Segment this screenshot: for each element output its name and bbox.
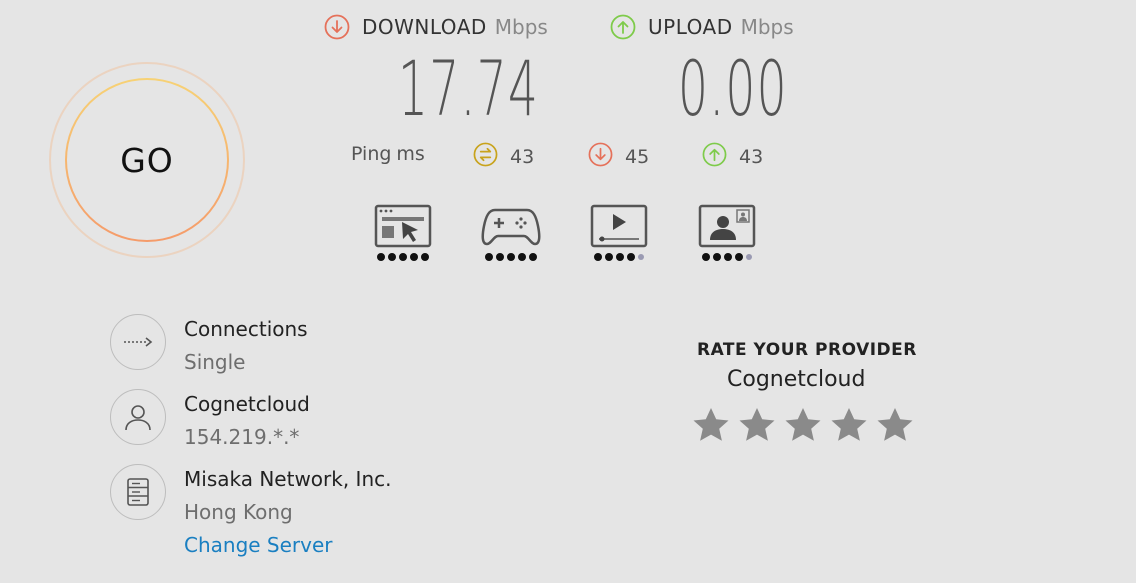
experience-streaming	[589, 204, 649, 261]
arrow-down-circle-icon	[324, 14, 350, 40]
rating-dot-filled	[605, 253, 613, 261]
user-icon	[125, 405, 151, 431]
provider-ip: 154.219.*.*	[184, 425, 300, 449]
ping-idle: 43	[473, 142, 534, 172]
ping-unit: ms	[396, 143, 425, 165]
download-speed: 17.74	[398, 44, 540, 133]
ping-label: Ping ms	[351, 143, 425, 165]
gamepad-icon	[481, 208, 541, 246]
server-info	[110, 464, 166, 520]
arrow-up-circle-icon	[610, 14, 636, 40]
rating-dot-filled	[485, 253, 493, 261]
web-browsing-rating	[373, 253, 433, 261]
ping-download-value: 45	[625, 146, 650, 168]
rating-dot-empty	[638, 254, 644, 260]
star-icon[interactable]	[692, 406, 730, 444]
upload-unit: Mbps	[740, 15, 794, 39]
video-chat-rating	[697, 253, 757, 261]
experience-web-browsing	[373, 204, 433, 261]
connections-title: Connections	[184, 317, 308, 341]
rating-dot-filled	[713, 253, 721, 261]
rating-dot-filled	[529, 253, 537, 261]
rating-dot-filled	[421, 253, 429, 261]
rating-dot-filled	[518, 253, 526, 261]
rating-dot-filled	[507, 253, 515, 261]
ping-upload: 43	[702, 142, 763, 172]
provider-info	[110, 389, 166, 445]
connections-value: Single	[184, 350, 246, 374]
rating-dot-filled	[627, 253, 635, 261]
ping-upload-value: 43	[739, 146, 764, 168]
download-label: DOWNLOAD	[362, 15, 487, 39]
video-call-icon	[698, 204, 756, 248]
rating-stars	[692, 406, 914, 444]
rating-dot-filled	[496, 253, 504, 261]
server-icon	[127, 478, 149, 506]
download-header: DOWNLOAD Mbps	[324, 14, 548, 40]
ping-idle-icon	[473, 142, 498, 172]
streaming-rating	[589, 253, 649, 261]
rating-dot-filled	[594, 253, 602, 261]
rating-dot-filled	[616, 253, 624, 261]
rating-dot-filled	[388, 253, 396, 261]
ping-idle-value: 43	[510, 146, 535, 168]
dotted-arrow-icon	[124, 337, 153, 347]
star-icon[interactable]	[784, 406, 822, 444]
arrow-up-circle-icon	[702, 142, 727, 172]
star-icon[interactable]	[830, 406, 868, 444]
gaming-rating	[481, 253, 541, 261]
connections-button[interactable]	[110, 314, 166, 370]
upload-header: UPLOAD Mbps	[610, 14, 794, 40]
browser-cursor-icon	[374, 204, 432, 248]
rating-dot-filled	[724, 253, 732, 261]
go-button[interactable]: GO	[65, 78, 229, 242]
upload-label: UPLOAD	[648, 15, 733, 39]
star-icon[interactable]	[876, 406, 914, 444]
server-name: Misaka Network, Inc.	[184, 467, 392, 491]
ping-download: 45	[588, 142, 649, 172]
rate-provider-title: RATE YOUR PROVIDER	[697, 340, 917, 360]
arrow-down-circle-icon	[588, 142, 613, 172]
experience-video-chat	[697, 204, 757, 261]
rating-dot-filled	[410, 253, 418, 261]
provider-name: Cognetcloud	[184, 392, 310, 416]
experience-gaming	[481, 204, 541, 261]
change-server-link[interactable]: Change Server	[184, 533, 333, 557]
video-player-icon	[590, 204, 648, 248]
upload-speed: 0.00	[678, 44, 788, 133]
rating-dot-filled	[735, 253, 743, 261]
rating-dot-filled	[702, 253, 710, 261]
rating-dot-filled	[399, 253, 407, 261]
download-unit: Mbps	[494, 15, 548, 39]
server-location: Hong Kong	[184, 500, 293, 524]
rating-dot-filled	[377, 253, 385, 261]
rate-provider-name: Cognetcloud	[727, 367, 866, 392]
rating-dot-empty	[746, 254, 752, 260]
go-label: GO	[120, 140, 174, 180]
star-icon[interactable]	[738, 406, 776, 444]
ping-label-text: Ping	[351, 143, 392, 165]
